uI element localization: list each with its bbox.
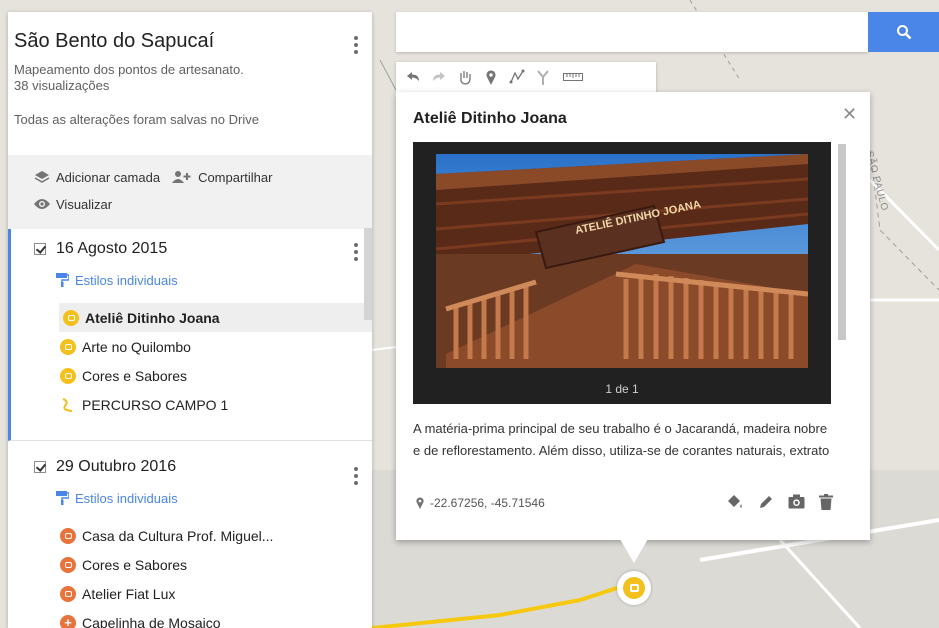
close-icon[interactable]: ✕ — [842, 104, 857, 125]
draw-line-icon — [509, 69, 525, 84]
shopping-bag-icon — [60, 585, 76, 602]
place-info-window: Ateliê Ditinho Joana ✕ ATELIÊ DITINHO JO… — [396, 92, 870, 563]
marker-icon — [416, 497, 424, 509]
list-item[interactable]: Arte no Quilombo — [11, 332, 372, 361]
selected-place-marker[interactable] — [617, 571, 651, 605]
camera-icon[interactable] — [788, 494, 805, 509]
share-label: Compartilhar — [198, 169, 273, 185]
search-icon — [896, 25, 911, 40]
eye-icon — [34, 199, 50, 209]
map-header: São Bento do Sapucaí Mapeamento dos pont… — [8, 12, 372, 155]
place-photo: ATELIÊ DITINHO JOANA — [436, 154, 808, 368]
paint-bucket-icon[interactable] — [726, 494, 744, 510]
layer-name[interactable]: 29 Outubro 2016 — [56, 458, 176, 476]
item-label: PERCURSO CAMPO 1 — [82, 396, 229, 413]
paint-roller-icon — [56, 273, 69, 287]
place-coordinates: -22.67256, -45.71546 — [416, 496, 545, 510]
item-label: Atelier Fiat Lux — [82, 585, 176, 602]
photo-counter: 1 de 1 — [605, 382, 639, 396]
list-item[interactable]: Cores e Sabores — [11, 361, 372, 390]
sidebar-scrollbar[interactable] — [364, 228, 372, 320]
list-item[interactable]: Casa da Cultura Prof. Miguel... — [8, 521, 372, 550]
layer-options-icon[interactable] — [354, 243, 358, 264]
cross-icon: + — [60, 614, 76, 628]
photo-viewer[interactable]: ATELIÊ DITINHO JOANA 1 de 1 — [413, 142, 831, 404]
item-label: Ateliê Ditinho Joana — [85, 309, 220, 326]
item-label: Cores e Sabores — [82, 367, 188, 384]
share-button[interactable]: Compartilhar — [172, 170, 272, 185]
search-input[interactable] — [402, 14, 866, 52]
layer-section: 16 Agosto 2015 Estilos individuais Ateli… — [8, 229, 372, 441]
add-layer-label: Adicionar camada — [56, 169, 161, 185]
info-tools — [726, 494, 833, 510]
layer-section: 29 Outubro 2016 Estilos individuais Casa… — [8, 447, 372, 628]
info-scrollbar[interactable] — [838, 144, 846, 340]
add-layer-button[interactable]: Adicionar camada — [34, 170, 160, 185]
list-item[interactable]: Ateliê Ditinho Joana — [59, 303, 372, 332]
layer-visibility-checkbox[interactable] — [34, 461, 46, 473]
place-title[interactable]: Ateliê Ditinho Joana — [413, 110, 567, 128]
list-item[interactable]: Atelier Fiat Lux — [8, 579, 372, 608]
ruler-icon — [563, 73, 583, 81]
list-item[interactable]: + Capelinha de Mosaico — [8, 608, 372, 628]
info-window-pointer — [620, 539, 648, 563]
map-options-icon[interactable] — [354, 36, 358, 57]
map-sidebar-panel: São Bento do Sapucaí Mapeamento dos pont… — [8, 12, 372, 628]
draw-line-button[interactable] — [504, 62, 530, 92]
redo-button[interactable] — [426, 62, 452, 92]
search-button[interactable] — [868, 12, 939, 52]
layer-name[interactable]: 16 Agosto 2015 — [56, 240, 167, 258]
undo-button[interactable] — [400, 62, 426, 92]
marker-icon — [486, 69, 496, 85]
list-item[interactable]: Cores e Sabores — [8, 550, 372, 579]
item-label: Cores e Sabores — [82, 556, 188, 573]
shopping-bag-icon — [63, 309, 79, 326]
search-box — [396, 12, 868, 52]
select-tool-button[interactable] — [452, 62, 478, 92]
directions-icon — [537, 70, 549, 85]
redo-icon — [433, 72, 445, 81]
photo-image: ATELIÊ DITINHO JOANA — [436, 154, 808, 368]
item-label: Casa da Cultura Prof. Miguel... — [82, 527, 274, 544]
shopping-bag-icon — [60, 367, 76, 384]
map-actions: Adicionar camada Compartilhar Visualizar — [8, 155, 372, 229]
undo-icon — [407, 72, 419, 81]
directions-button[interactable] — [530, 62, 556, 92]
shopping-bag-icon — [60, 338, 76, 355]
styles-label: Estilos individuais — [75, 490, 178, 506]
map-views: 38 visualizações — [14, 78, 110, 93]
add-person-icon — [172, 171, 191, 183]
coordinates-text: -22.67256, -45.71546 — [430, 496, 545, 510]
map-description[interactable]: Mapeamento dos pontos de artesanato. — [14, 62, 372, 78]
layers-icon — [34, 171, 50, 183]
hand-icon — [460, 71, 471, 85]
item-label: Capelinha de Mosaico — [82, 614, 221, 628]
styles-label: Estilos individuais — [75, 272, 178, 288]
measure-button[interactable] — [556, 62, 590, 92]
delete-icon[interactable] — [819, 494, 833, 510]
shopping-bag-icon — [60, 556, 76, 573]
map-toolbar — [396, 62, 656, 92]
styles-link[interactable]: Estilos individuais — [8, 487, 372, 509]
museum-icon — [60, 527, 76, 544]
route-icon — [62, 397, 73, 412]
styles-link[interactable]: Estilos individuais — [11, 269, 372, 291]
layer-visibility-checkbox[interactable] — [34, 243, 46, 255]
preview-label: Visualizar — [56, 196, 113, 212]
list-item[interactable]: PERCURSO CAMPO 1 — [11, 390, 372, 419]
paint-roller-icon — [56, 491, 69, 505]
preview-button[interactable]: Visualizar — [34, 197, 112, 212]
place-description: A matéria-prima principal de seu trabalh… — [413, 421, 830, 458]
map-title[interactable]: São Bento do Sapucaí — [14, 30, 372, 53]
edit-icon[interactable] — [758, 494, 774, 510]
layer-options-icon[interactable] — [354, 467, 358, 488]
add-marker-button[interactable] — [478, 62, 504, 92]
saved-status: Todas as alterações foram salvas no Driv… — [14, 112, 259, 127]
shopping-bag-icon — [623, 577, 645, 599]
item-label: Arte no Quilombo — [82, 338, 191, 355]
